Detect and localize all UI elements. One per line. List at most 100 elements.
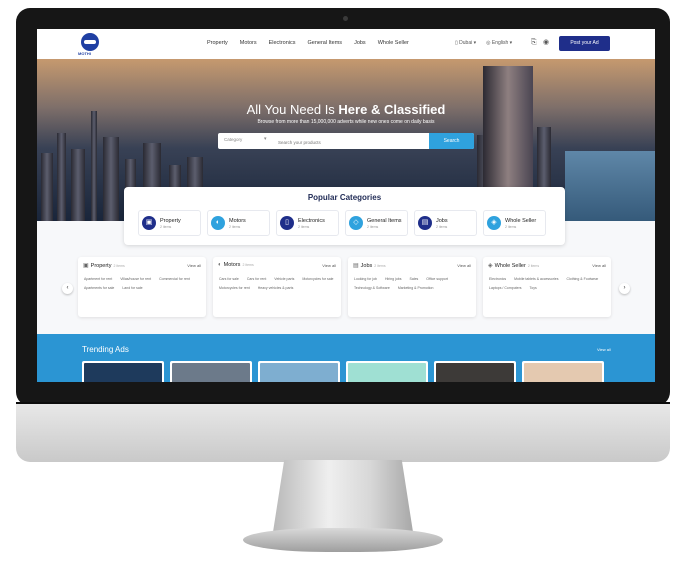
hero-subtitle: Browse from more than 15,000,000 adverts… bbox=[257, 119, 435, 125]
panel-link[interactable]: Apartments for sale bbox=[84, 286, 114, 290]
hero-title: All You Need Is Here & Classified bbox=[246, 102, 446, 117]
box-icon: ◇ bbox=[349, 216, 363, 230]
panel-link[interactable]: Laptops / Computers bbox=[489, 286, 522, 290]
panel-link[interactable]: Motorcycles for sale bbox=[302, 277, 333, 281]
panel-links: Looking for job Hiring jobs Sales Office… bbox=[354, 277, 472, 290]
ad-card[interactable] bbox=[258, 361, 340, 382]
monitor-chin bbox=[16, 402, 670, 462]
trending-cards bbox=[82, 361, 604, 382]
trending-title: Trending Ads bbox=[82, 345, 129, 354]
panel-whole-seller: ◈ Whole Seller 2 items View all Electronic… bbox=[483, 257, 611, 317]
nav-link-jobs[interactable]: Jobs bbox=[354, 40, 366, 46]
category-general-items[interactable]: ◇ General Items 2 items bbox=[345, 210, 408, 236]
panel-link[interactable]: Toys bbox=[530, 286, 537, 290]
skyline-building bbox=[103, 137, 119, 221]
top-navbar: MOTHI Property Motors Electronics Genera… bbox=[37, 29, 655, 59]
panel-link[interactable]: Clothing & Footwear bbox=[566, 277, 598, 281]
search-input[interactable] bbox=[276, 136, 420, 148]
panel-link[interactable]: Hiring jobs bbox=[385, 277, 402, 281]
user-icon[interactable]: ◉ bbox=[543, 39, 551, 47]
panel-link[interactable]: Apartment for rent bbox=[84, 277, 112, 281]
panel-link[interactable]: Heavy vehicles & parts bbox=[258, 286, 294, 290]
popular-categories-title: Popular Categories bbox=[307, 193, 382, 202]
ad-image bbox=[260, 363, 338, 382]
category-property[interactable]: ▣ Property 2 items bbox=[138, 210, 201, 236]
car-icon: ◐ bbox=[211, 216, 225, 230]
panel-link[interactable]: Electronics bbox=[489, 277, 506, 281]
store-icon: ◈ bbox=[487, 216, 501, 230]
view-all-link[interactable]: View all bbox=[457, 263, 471, 268]
briefcase-icon: ▤ bbox=[418, 216, 432, 230]
nav-extra: ▯ Dubai ▾ ◎ English ▾ bbox=[455, 40, 512, 46]
category-row: ▣ Property 2 items ◐ Motors 2 items ▯ Elec… bbox=[138, 210, 546, 236]
location-selector[interactable]: ▯ Dubai ▾ bbox=[455, 40, 476, 46]
panel-link[interactable]: Commercial for rent bbox=[159, 277, 190, 281]
category-motors[interactable]: ◐ Motors 2 items bbox=[207, 210, 270, 236]
monitor-stand-neck bbox=[273, 460, 413, 532]
carousel-prev-arrow[interactable]: ‹ bbox=[62, 283, 73, 294]
nav-link-property[interactable]: Property bbox=[207, 40, 228, 46]
category-jobs[interactable]: ▤ Jobs 2 items bbox=[414, 210, 477, 236]
ad-card[interactable] bbox=[522, 361, 604, 382]
panel-motors: ◐ Motors 2 items View all Cars for sale Ca… bbox=[213, 257, 341, 317]
carousel-next-arrow[interactable]: › bbox=[619, 283, 630, 294]
nav-link-whole-seller[interactable]: Whole Seller bbox=[378, 40, 409, 46]
panel-link[interactable]: Vehicle parts bbox=[274, 277, 294, 281]
panel-header: ▣ Property 2 items bbox=[83, 263, 125, 269]
panel-header: ◈ Whole Seller 2 items bbox=[488, 263, 540, 269]
panel-link[interactable]: Office support bbox=[426, 277, 448, 281]
view-all-link[interactable]: View all bbox=[597, 347, 611, 352]
screen: MOTHI Property Motors Electronics Genera… bbox=[37, 29, 655, 382]
panel-link[interactable]: Looking for job bbox=[354, 277, 377, 281]
store-icon: ◈ bbox=[488, 263, 493, 269]
nav-link-motors[interactable]: Motors bbox=[240, 40, 257, 46]
ad-image bbox=[436, 363, 514, 382]
view-all-link[interactable]: View all bbox=[187, 263, 201, 268]
view-all-link[interactable]: View all bbox=[322, 263, 336, 268]
bookmark-icon[interactable]: ⎘ bbox=[531, 39, 539, 47]
post-ad-button[interactable]: Post your Ad bbox=[559, 36, 610, 51]
ad-card[interactable] bbox=[346, 361, 428, 382]
ad-image bbox=[84, 363, 162, 382]
nav-link-electronics[interactable]: Electronics bbox=[269, 40, 296, 46]
panel-link[interactable]: Land for sale bbox=[122, 286, 142, 290]
panel-link[interactable]: Cars for rent bbox=[247, 277, 266, 281]
panel-jobs: ▤ Jobs 2 items View all Looking for job Hi… bbox=[348, 257, 476, 317]
ad-image bbox=[524, 363, 602, 382]
view-all-link[interactable]: View all bbox=[592, 263, 606, 268]
category-dropdown[interactable]: Category bbox=[224, 136, 268, 142]
briefcase-icon: ▤ bbox=[353, 263, 359, 269]
panel-link[interactable]: Sales bbox=[410, 277, 419, 281]
panel-link[interactable]: Technology & Software bbox=[354, 286, 390, 290]
ad-card[interactable] bbox=[170, 361, 252, 382]
nav-links: Property Motors Electronics General Item… bbox=[207, 40, 409, 46]
sea-background bbox=[565, 151, 655, 221]
panel-link[interactable]: Marketing & Promotion bbox=[398, 286, 434, 290]
panel-link[interactable]: Villas/house for rent bbox=[120, 277, 151, 281]
category-whole-seller[interactable]: ◈ Whole Seller 2 items bbox=[483, 210, 546, 236]
building-icon: ▣ bbox=[83, 263, 89, 269]
category-electronics[interactable]: ▯ Electronics 2 items bbox=[276, 210, 339, 236]
popular-categories-card: Popular Categories ▣ Property 2 items ◐ M… bbox=[124, 187, 565, 245]
language-selector[interactable]: ◎ English ▾ bbox=[486, 40, 512, 46]
nav-link-general-items[interactable]: General Items bbox=[308, 40, 343, 46]
site-logo[interactable] bbox=[81, 33, 99, 51]
ad-card[interactable] bbox=[434, 361, 516, 382]
ad-card[interactable] bbox=[82, 361, 164, 382]
search-button[interactable]: Search bbox=[429, 133, 474, 149]
category-panels: ▣ Property 2 items View all Apartment for … bbox=[78, 257, 611, 317]
skyline-building bbox=[91, 111, 97, 221]
panel-header: ▤ Jobs 2 items bbox=[353, 263, 386, 269]
panel-links: Apartment for rent Villas/house for rent… bbox=[84, 277, 202, 290]
skyline-building bbox=[71, 149, 85, 221]
phone-icon: ▯ bbox=[280, 216, 294, 230]
panel-link[interactable]: Cars for sale bbox=[219, 277, 239, 281]
car-icon: ◐ bbox=[218, 262, 222, 268]
panel-links: Cars for sale Cars for rent Vehicle part… bbox=[219, 277, 337, 290]
panel-property: ▣ Property 2 items View all Apartment for … bbox=[78, 257, 206, 317]
skyline-building bbox=[57, 133, 66, 221]
ad-image bbox=[348, 363, 426, 382]
logo-text: MOTHI bbox=[78, 51, 91, 56]
panel-link[interactable]: Mobile tablets & accessories bbox=[514, 277, 558, 281]
panel-link[interactable]: Motorcycles for rent bbox=[219, 286, 250, 290]
